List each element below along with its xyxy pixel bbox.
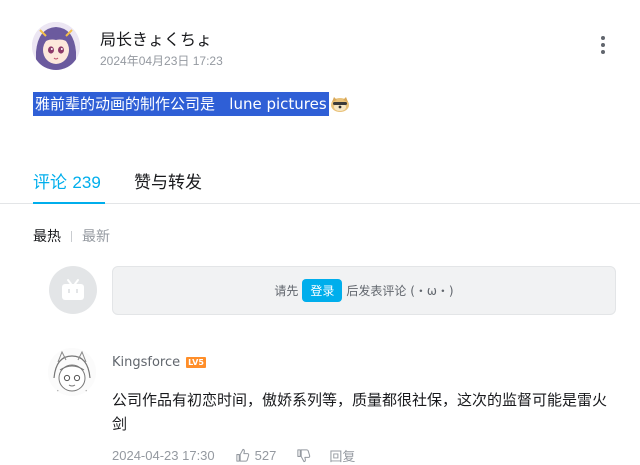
- post-time: 2024年04月23日 17:23: [100, 54, 223, 68]
- more-options-icon[interactable]: [598, 36, 608, 58]
- post-header: 局长きょくちょ 2024年04月23日 17:23: [32, 22, 622, 72]
- comment-tabs: 评论 239 赞与转发: [0, 160, 640, 204]
- reply-button[interactable]: 回复: [329, 446, 355, 465]
- tab-comments-label: 评论: [33, 173, 67, 193]
- author-avatar[interactable]: [32, 22, 80, 70]
- sort-new-button[interactable]: 最新: [82, 226, 110, 246]
- tab-comments[interactable]: 评论 239: [33, 168, 101, 193]
- composer-suffix: 后发表评论 (・ω・): [346, 284, 454, 298]
- tab-comments-count: 239: [72, 173, 101, 192]
- level-badge: LV5: [186, 357, 206, 368]
- reply-meta: 2024-04-23 17:30 527 回复: [112, 446, 355, 465]
- reply-text: 公司作品有初恋时间，傲娇系列等，质量都很社保，这次的监督可能是雷火剑: [112, 391, 608, 433]
- tab-likes-reposts[interactable]: 赞与转发: [134, 168, 202, 193]
- thumbs-down-icon[interactable]: [296, 448, 311, 463]
- doge-emoji-icon: [330, 97, 349, 112]
- reply-user: Kingsforce LV5: [112, 355, 206, 370]
- like-count: 527: [254, 448, 277, 463]
- post-text: 雅前辈的动画的制作公司是 lune pictures: [33, 92, 329, 116]
- thumbs-up-icon[interactable]: [235, 448, 250, 463]
- post-content: 雅前辈的动画的制作公司是 lune pictures: [33, 92, 350, 116]
- sort-bar: 最热 最新: [33, 226, 110, 246]
- reply-username[interactable]: Kingsforce: [112, 355, 180, 370]
- author-name[interactable]: 局长きょくちょ: [100, 26, 212, 50]
- reply-avatar[interactable]: [48, 348, 96, 396]
- sort-divider: [71, 230, 72, 242]
- tv-icon: [62, 279, 84, 300]
- composer-prefix: 请先: [274, 284, 299, 298]
- active-tab-indicator: [33, 202, 105, 204]
- comment-input[interactable]: 请先 登录 后发表评论 (・ω・): [112, 266, 616, 315]
- composer-avatar: [49, 266, 97, 314]
- sort-hot-button[interactable]: 最热: [33, 226, 61, 246]
- reply-time: 2024-04-23 17:30: [112, 448, 215, 463]
- login-button[interactable]: 登录: [302, 279, 343, 302]
